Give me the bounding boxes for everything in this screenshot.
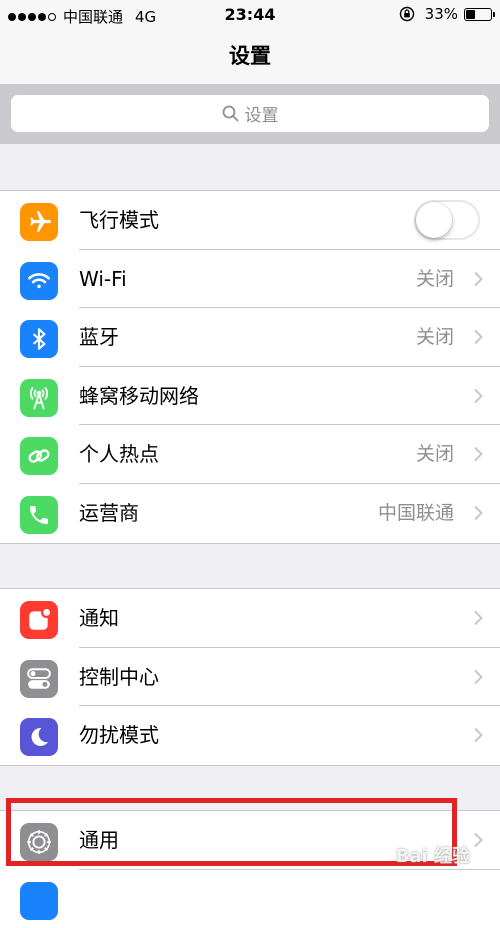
battery-icon (464, 7, 495, 21)
settings-row-next[interactable] (0, 870, 500, 928)
settings-row-label: 通用 (79, 828, 119, 852)
settings-group-connectivity: 飞行模式 Wi-Fi 关闭 蓝牙 关闭 蜂窝移动网络 个人热点 关闭 运营商 中… (0, 190, 500, 544)
status-right: 33% (399, 5, 495, 23)
settings-row-label: 蜂窝移动网络 (79, 383, 199, 408)
gear-icon (20, 823, 58, 861)
chevron-right-icon (474, 388, 483, 403)
settings-row-hotspot[interactable]: 个人热点 关闭 (0, 425, 500, 484)
chevron-right-icon (474, 505, 483, 521)
chevron-right-icon (474, 727, 483, 743)
settings-row-label: 运营商 (79, 500, 139, 525)
settings-row-bluetooth[interactable]: 蓝牙 关闭 (0, 308, 500, 367)
search-area: 设置 (0, 84, 500, 144)
settings-row-label: 蓝牙 (79, 325, 119, 350)
settings-group-notifications: 通知 控制中心 勿扰模式 (0, 588, 500, 766)
settings-row-label: Wi-Fi (79, 266, 127, 291)
settings-group-general: 通用 (0, 810, 500, 928)
chevron-right-icon (474, 669, 483, 684)
settings-row-value: 中国联通 (377, 501, 454, 524)
cellular-icon (20, 378, 58, 417)
phone-icon (20, 495, 58, 534)
airplane-toggle[interactable] (414, 200, 480, 240)
airplane-icon (20, 203, 58, 241)
settings-row-airplane[interactable]: 飞行模式 (0, 191, 500, 250)
chevron-right-icon (474, 832, 483, 848)
app-icon (20, 881, 58, 920)
settings-row-label: 勿扰模式 (79, 723, 159, 748)
search-placeholder: 设置 (244, 106, 279, 126)
chevron-right-icon (474, 447, 483, 462)
search-icon (222, 105, 238, 122)
settings-row-control-center[interactable]: 控制中心 (0, 648, 500, 707)
settings-row-notifications[interactable]: 通知 (0, 589, 500, 648)
notifications-icon (20, 601, 58, 639)
settings-row-label: 控制中心 (79, 664, 159, 689)
chevron-right-icon (474, 610, 483, 626)
settings-row-value: 关闭 (415, 267, 454, 290)
watermark: Bai 经验 (395, 846, 470, 867)
search-input[interactable]: 设置 (11, 95, 489, 132)
settings-row-value: 关闭 (415, 326, 454, 349)
settings-row-label: 个人热点 (79, 442, 159, 467)
settings-row-carrier[interactable]: 运营商 中国联通 (0, 484, 500, 543)
chevron-right-icon (474, 329, 483, 345)
settings-row-label: 通知 (79, 606, 119, 630)
nav-title: 设置 (0, 30, 500, 84)
battery-percent: 33% (424, 5, 458, 23)
hotspot-icon (20, 437, 58, 476)
wifi-icon (20, 261, 58, 300)
settings-row-do-not-disturb[interactable]: 勿扰模式 (0, 706, 500, 765)
settings-row-wifi[interactable]: Wi-Fi 关闭 (0, 250, 500, 309)
settings-row-cellular[interactable]: 蜂窝移动网络 (0, 367, 500, 426)
rotation-lock-icon (399, 6, 414, 22)
control-center-icon (20, 659, 58, 698)
bluetooth-icon (20, 320, 58, 359)
settings-row-label: 飞行模式 (79, 208, 159, 232)
moon-icon (20, 718, 58, 757)
chevron-right-icon (474, 271, 483, 286)
status-bar: 中国联通 4G 23:44 33% (0, 0, 500, 30)
settings-row-value: 关闭 (415, 443, 454, 466)
